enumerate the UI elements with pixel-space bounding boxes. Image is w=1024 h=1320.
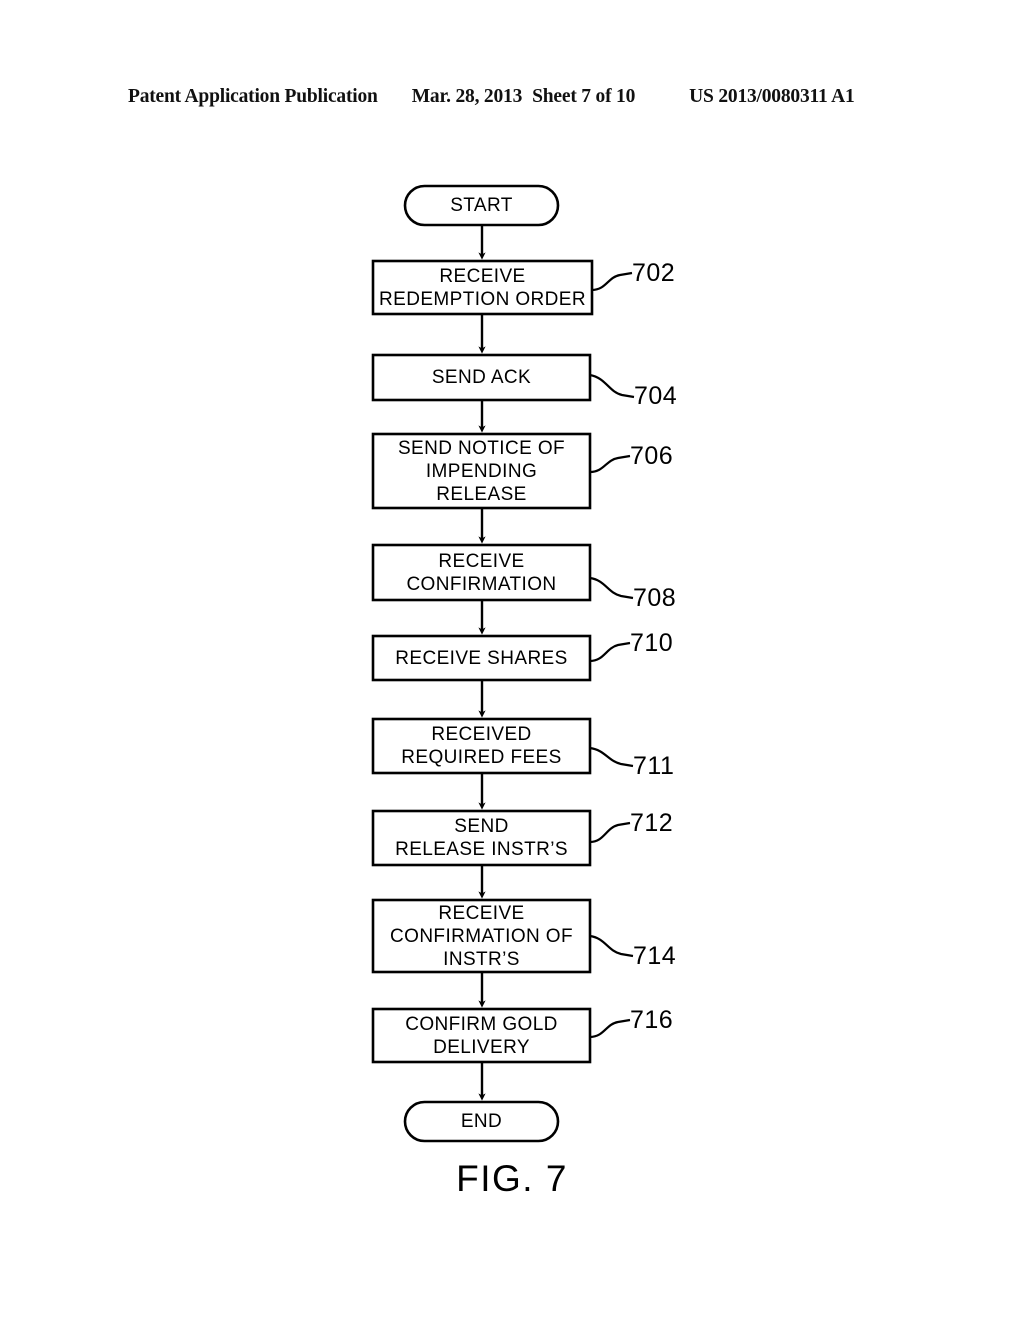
leader-line-704 <box>589 373 635 399</box>
leader-line-711 <box>589 746 634 768</box>
process-box-714 <box>371 898 592 974</box>
leader-line-706 <box>589 454 631 474</box>
leader-line-712 <box>589 821 631 844</box>
leader-line-716 <box>589 1018 631 1039</box>
end-terminal-shape <box>403 1100 560 1143</box>
leader-line-708 <box>589 576 634 600</box>
reference-numeral-708: 708 <box>633 584 677 612</box>
process-box-708 <box>371 543 592 602</box>
leader-line-702 <box>591 271 633 292</box>
process-box-704 <box>371 353 592 402</box>
figure-caption: FIG. 7 <box>456 1158 568 1199</box>
reference-numeral-711: 711 <box>633 752 675 780</box>
reference-numeral-702: 702 <box>632 259 676 287</box>
process-box-710 <box>371 634 592 682</box>
reference-numeral-714: 714 <box>633 942 677 970</box>
leader-line-710 <box>589 641 631 663</box>
start-terminal-shape <box>403 184 560 227</box>
flowchart-drawing <box>371 184 635 1143</box>
process-box-716 <box>371 1007 592 1064</box>
figure-7-flowchart: START RECEIVE REDEMPTION ORDER SEND ACK … <box>0 0 1024 1320</box>
reference-numeral-704: 704 <box>634 382 678 410</box>
process-box-702 <box>371 259 594 316</box>
process-box-706 <box>371 432 592 510</box>
leader-line-714 <box>589 934 634 958</box>
reference-numeral-706: 706 <box>630 442 674 470</box>
reference-numeral-716: 716 <box>630 1006 674 1034</box>
process-box-712 <box>371 809 592 867</box>
reference-numeral-710: 710 <box>630 629 674 657</box>
process-box-711 <box>371 717 592 775</box>
reference-numeral-712: 712 <box>630 809 674 837</box>
